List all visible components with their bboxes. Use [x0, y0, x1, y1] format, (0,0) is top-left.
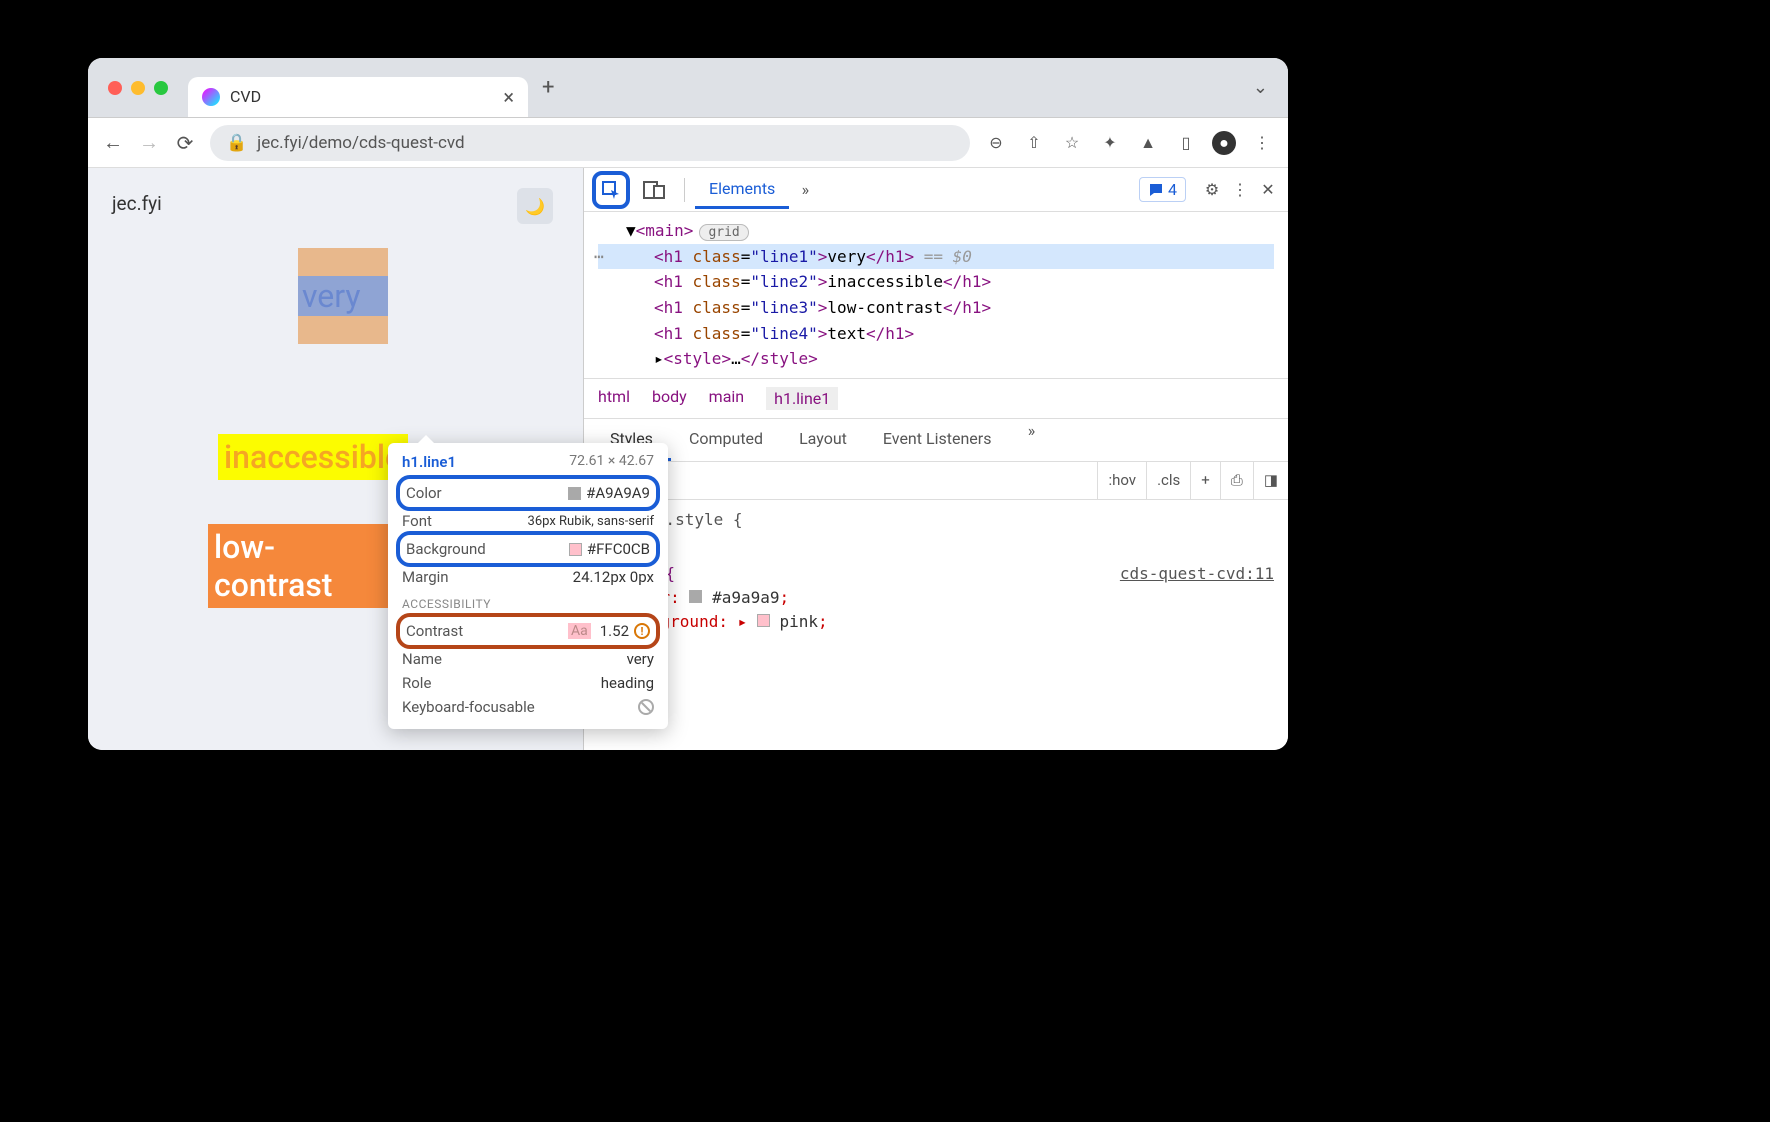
elements-tab[interactable]: Elements: [695, 171, 789, 209]
styles-pane[interactable]: element.style { } cds-quest-cvd:11 .line…: [584, 500, 1288, 666]
dom-main-element[interactable]: ▼<main>grid: [598, 218, 1274, 244]
inspected-element-highlight[interactable]: very: [298, 248, 388, 344]
reload-button[interactable]: ⟳: [174, 132, 196, 154]
element-tooltip: h1.line1 72.61 × 42.67 Color #A9A9A9 Fon…: [388, 443, 668, 729]
share-icon[interactable]: ⇧: [1022, 131, 1046, 155]
rendering-panel-icon[interactable]: ◨: [1253, 462, 1288, 499]
messages-badge[interactable]: 4: [1139, 177, 1186, 202]
titlebar: CVD × + ⌄: [88, 58, 1288, 118]
labs-icon[interactable]: ▲: [1136, 131, 1160, 155]
dom-h1-line1[interactable]: <h1 class="line1">very</h1> == $0: [598, 244, 1274, 270]
tooltip-accessibility-header: ACCESSIBILITY: [402, 597, 654, 611]
layout-tab[interactable]: Layout: [781, 419, 865, 461]
devtools-toolbar: Elements » 4 ⚙ ⋮ ✕: [584, 168, 1288, 212]
word-inaccessible: inaccessible: [218, 434, 408, 480]
dom-tree[interactable]: ▼<main>grid <h1 class="line1">very</h1> …: [584, 212, 1288, 378]
tooltip-bg-label: Background: [406, 540, 486, 558]
tooltip-contrast-value: 1.52: [600, 622, 629, 640]
tooltip-name-label: Name: [402, 650, 442, 668]
style-color-row[interactable]: color: #a9a9a9;: [622, 586, 1274, 610]
tooltip-keyboard-label: Keyboard-focusable: [402, 698, 535, 716]
tab-list-chevron-icon[interactable]: ⌄: [1253, 77, 1268, 98]
close-devtools-icon[interactable]: ✕: [1256, 178, 1280, 202]
new-tab-button[interactable]: +: [542, 75, 554, 100]
tooltip-margin-value: 24.12px 0px: [573, 568, 654, 586]
more-styles-tabs-icon[interactable]: »: [1019, 419, 1043, 443]
address-bar[interactable]: 🔒 jec.fyi/demo/cds-quest-cvd: [210, 125, 970, 161]
dom-h1-line2[interactable]: <h1 class="line2">inaccessible</h1>: [598, 269, 1274, 295]
warning-icon: !: [634, 623, 650, 639]
tooltip-margin-label: Margin: [402, 568, 449, 586]
dark-mode-toggle[interactable]: 🌙: [517, 188, 553, 224]
lock-icon: 🔒: [226, 133, 247, 153]
breadcrumb-main[interactable]: main: [709, 387, 744, 410]
tooltip-role-value: heading: [601, 674, 654, 692]
tooltip-bg-value: #FFC0CB: [587, 540, 650, 558]
extensions-icon[interactable]: ✦: [1098, 131, 1122, 155]
tooltip-selector: h1.line1: [402, 453, 456, 471]
contrast-sample-icon: Aa: [568, 623, 591, 639]
messages-count: 4: [1168, 180, 1177, 199]
tooltip-font-value: 36px Rubik, sans-serif: [528, 514, 654, 529]
brace-close-2: }: [598, 634, 1274, 658]
tooltip-dimensions: 72.61 × 42.67: [569, 453, 654, 471]
breadcrumb-current[interactable]: h1.line1: [766, 387, 838, 410]
devtools-panel: Elements » 4 ⚙ ⋮ ✕ ▼<main>grid <h1 class…: [583, 168, 1288, 750]
zoom-icon[interactable]: ⊖: [984, 131, 1008, 155]
dom-breadcrumb: html body main h1.line1: [584, 378, 1288, 419]
url-text: jec.fyi/demo/cds-quest-cvd: [257, 133, 464, 153]
close-window-button[interactable]: [108, 81, 122, 95]
forward-button[interactable]: →: [138, 132, 160, 154]
breadcrumb-html[interactable]: html: [598, 387, 630, 410]
page-title: jec.fyi: [112, 192, 559, 215]
menu-icon[interactable]: ⋮: [1250, 131, 1274, 155]
event-listeners-tab[interactable]: Event Listeners: [865, 419, 1010, 461]
tooltip-color-label: Color: [406, 484, 442, 502]
dom-h1-line3[interactable]: <h1 class="line3">low-contrast</h1>: [598, 295, 1274, 321]
favicon: [202, 88, 220, 106]
navbar: ← → ⟳ 🔒 jec.fyi/demo/cds-quest-cvd ⊖ ⇧ ☆…: [88, 118, 1288, 168]
cls-button[interactable]: .cls: [1146, 462, 1190, 499]
browser-window: CVD × + ⌄ ← → ⟳ 🔒 jec.fyi/demo/cds-quest…: [88, 58, 1288, 750]
content-area: jec.fyi 🌙 very inaccessible low-contrast…: [88, 168, 1288, 750]
styles-tabs: Styles Computed Layout Event Listeners »: [584, 419, 1288, 462]
style-background-row[interactable]: background: ▸ pink;: [622, 610, 1274, 634]
dom-style-element[interactable]: ▸<style>…</style>: [598, 346, 1274, 372]
close-tab-icon[interactable]: ×: [503, 85, 514, 109]
device-toggle-button[interactable]: [642, 178, 666, 202]
sidepanel-icon[interactable]: ▯: [1174, 131, 1198, 155]
grid-badge[interactable]: grid: [699, 224, 748, 241]
dom-h1-line4[interactable]: <h1 class="line4">text</h1>: [598, 321, 1274, 347]
computed-tab[interactable]: Computed: [671, 419, 781, 461]
more-tabs-icon[interactable]: »: [793, 178, 817, 202]
brace-close: }: [598, 532, 1274, 556]
profile-avatar-icon[interactable]: ●: [1212, 131, 1236, 155]
tooltip-font-label: Font: [402, 512, 432, 530]
hov-button[interactable]: :hov: [1097, 462, 1146, 499]
not-focusable-icon: [638, 699, 654, 715]
word-very: very: [298, 276, 388, 316]
maximize-window-button[interactable]: [154, 81, 168, 95]
bookmark-star-icon[interactable]: ☆: [1060, 131, 1084, 155]
tooltip-role-label: Role: [402, 674, 431, 692]
minimize-window-button[interactable]: [131, 81, 145, 95]
element-style-rule: element.style {: [598, 508, 1274, 532]
word-low-contrast: low-contrast: [208, 524, 388, 608]
new-rule-button[interactable]: +: [1190, 462, 1220, 499]
tooltip-contrast-label: Contrast: [406, 622, 463, 640]
breadcrumb-body[interactable]: body: [652, 387, 687, 410]
styles-filter-bar: :hov .cls + ⎙ ◨: [584, 462, 1288, 500]
traffic-lights: [108, 81, 168, 95]
rule-source-link[interactable]: cds-quest-cvd:11: [1120, 562, 1274, 586]
back-button[interactable]: ←: [102, 132, 124, 154]
tab-title: CVD: [230, 87, 493, 106]
tooltip-color-value: #A9A9A9: [586, 484, 650, 502]
tooltip-name-value: very: [627, 650, 654, 668]
inspect-element-button[interactable]: [592, 171, 630, 209]
browser-tab[interactable]: CVD ×: [188, 77, 528, 117]
devtools-menu-icon[interactable]: ⋮: [1228, 178, 1252, 202]
page-content: very inaccessible low-contrast: [298, 248, 388, 344]
styles-action-icon[interactable]: ⎙: [1220, 462, 1253, 499]
settings-gear-icon[interactable]: ⚙: [1200, 178, 1224, 202]
